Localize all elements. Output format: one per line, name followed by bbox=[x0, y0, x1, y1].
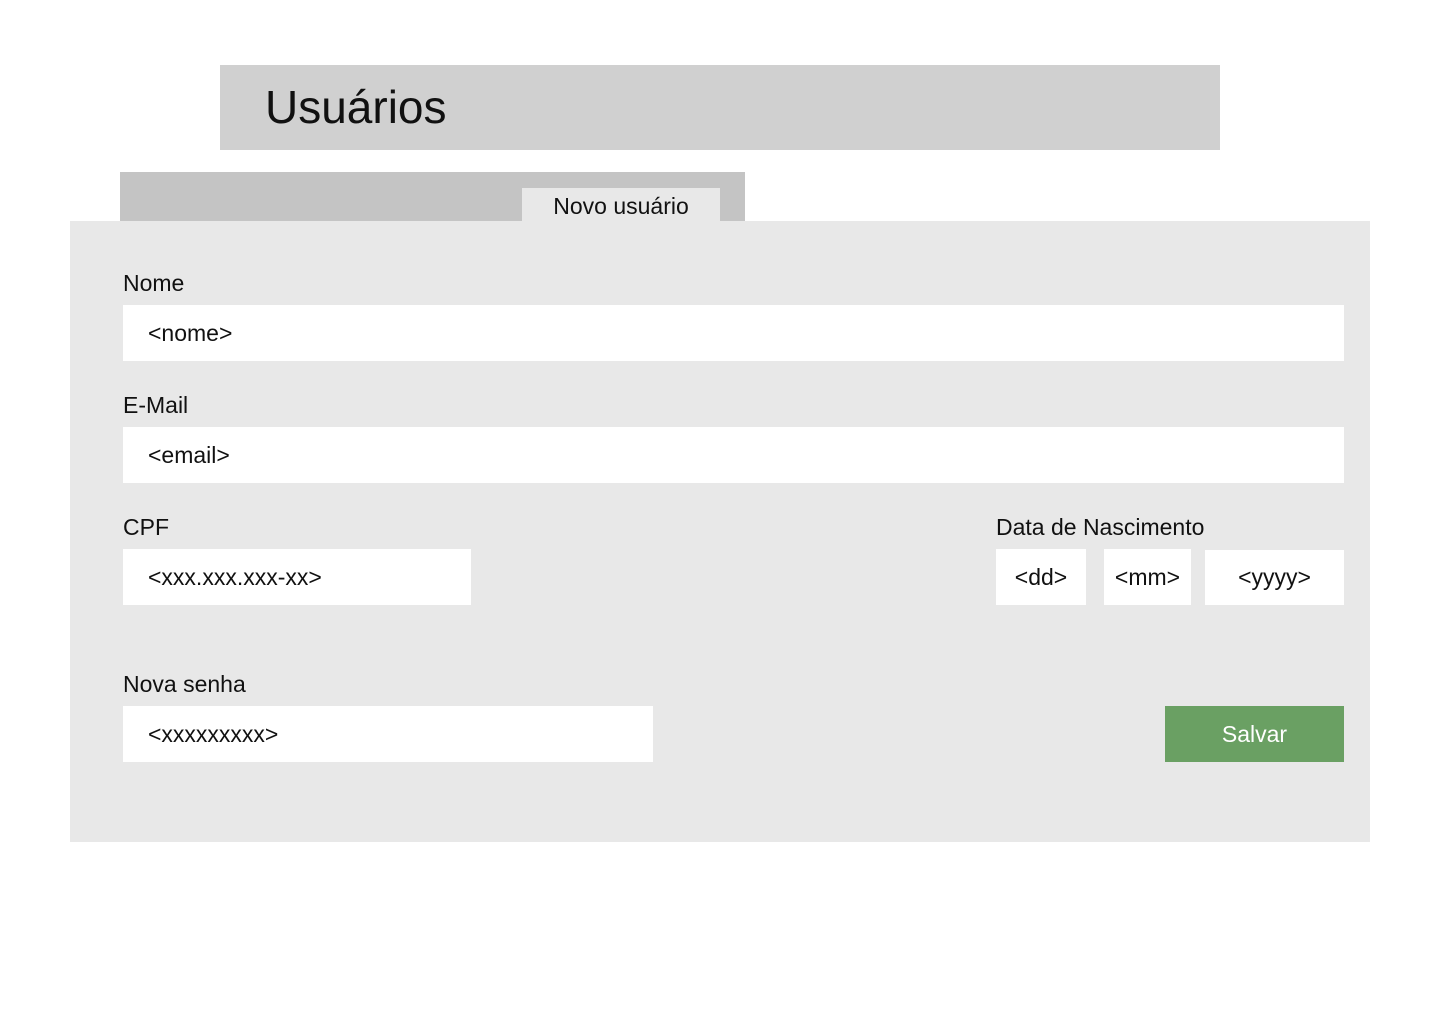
page-title: Usuários bbox=[265, 81, 447, 133]
page-header: Usuários bbox=[220, 65, 1220, 150]
nome-label: Nome bbox=[123, 270, 185, 296]
birth-day-input[interactable] bbox=[996, 549, 1086, 605]
birth-date-label: Data de Nascimento bbox=[996, 514, 1205, 540]
birth-month-input[interactable] bbox=[1104, 549, 1191, 605]
save-button[interactable]: Salvar bbox=[1165, 706, 1344, 762]
email-label: E-Mail bbox=[123, 392, 189, 418]
birth-year-input[interactable] bbox=[1205, 550, 1344, 605]
email-input[interactable] bbox=[123, 427, 1344, 483]
password-input[interactable] bbox=[123, 706, 653, 762]
cpf-label: CPF bbox=[123, 514, 169, 540]
password-label: Nova senha bbox=[123, 671, 246, 697]
nome-input[interactable] bbox=[123, 305, 1344, 361]
tab-strip: Novo usuário bbox=[120, 172, 745, 221]
user-form-panel: Nome E-Mail CPF Data de Nascimento Nova … bbox=[70, 221, 1370, 842]
tab-novo-usuario[interactable]: Novo usuário bbox=[522, 188, 720, 221]
cpf-input[interactable] bbox=[123, 549, 471, 605]
